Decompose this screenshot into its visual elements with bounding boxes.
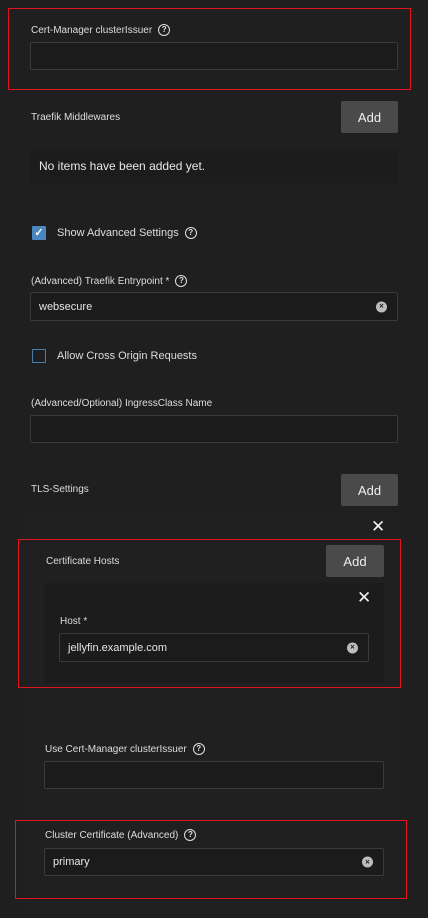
cert-manager-label-row: Cert-Manager clusterIssuer ? xyxy=(31,23,171,37)
host-label: Host * xyxy=(60,615,88,627)
tls-settings-label: TLS-Settings xyxy=(31,483,89,495)
middlewares-empty-panel: No items have been added yet. xyxy=(30,149,398,183)
help-icon[interactable]: ? xyxy=(184,227,197,239)
help-icon[interactable]: ? xyxy=(175,275,188,287)
help-icon[interactable]: ? xyxy=(158,24,171,36)
host-input[interactable]: jellyfin.example.com × xyxy=(59,633,369,662)
cluster-certificate-input[interactable]: primary × xyxy=(44,848,384,876)
tls-item-close-icon[interactable]: ✕ xyxy=(371,518,385,535)
host-item-close-icon[interactable]: ✕ xyxy=(357,589,371,606)
entrypoint-value: websecure xyxy=(39,300,93,313)
advanced-settings-label: Show Advanced Settings xyxy=(57,227,179,239)
cluster-certificate-label-row: Cluster Certificate (Advanced) ? xyxy=(45,828,197,842)
traefik-middlewares-label: Traefik Middlewares xyxy=(31,111,121,123)
tls-settings-add-button[interactable]: Add xyxy=(341,474,398,506)
middlewares-empty-text: No items have been added yet. xyxy=(39,159,206,173)
check-icon: ✓ xyxy=(34,226,44,239)
host-value: jellyfin.example.com xyxy=(68,641,168,654)
cert-manager-input[interactable] xyxy=(30,42,398,70)
entrypoint-input[interactable]: websecure × xyxy=(30,292,398,321)
clear-icon[interactable]: × xyxy=(362,856,373,868)
cors-label: Allow Cross Origin Requests xyxy=(57,350,197,362)
cluster-certificate-label: Cluster Certificate (Advanced) xyxy=(45,829,179,841)
entrypoint-label: (Advanced) Traefik Entrypoint * xyxy=(31,275,170,287)
clear-icon[interactable]: × xyxy=(347,642,358,653)
clear-icon[interactable]: × xyxy=(376,301,387,312)
cert-manager-label: Cert-Manager clusterIssuer xyxy=(31,24,153,36)
use-cert-manager-label-row: Use Cert-Manager clusterIssuer ? xyxy=(45,742,205,756)
entrypoint-label-row: (Advanced) Traefik Entrypoint * ? xyxy=(31,274,188,288)
advanced-settings-checkbox[interactable]: ✓ xyxy=(32,226,46,240)
certificate-hosts-add-button[interactable]: Add xyxy=(326,545,384,577)
traefik-middlewares-add-button[interactable]: Add xyxy=(341,101,398,133)
certificate-hosts-label: Certificate Hosts xyxy=(46,555,120,567)
help-icon[interactable]: ? xyxy=(184,829,197,841)
cluster-certificate-value: primary xyxy=(53,856,90,868)
cors-checkbox[interactable] xyxy=(32,349,46,363)
ingress-class-input[interactable] xyxy=(30,415,398,443)
advanced-settings-row[interactable]: ✓ Show Advanced Settings ? xyxy=(32,226,197,240)
use-cert-manager-input[interactable] xyxy=(44,761,384,789)
cors-row[interactable]: Allow Cross Origin Requests xyxy=(32,349,197,363)
ingress-class-label: (Advanced/Optional) IngressClass Name xyxy=(31,397,213,409)
help-icon[interactable]: ? xyxy=(192,743,205,755)
use-cert-manager-label: Use Cert-Manager clusterIssuer xyxy=(45,743,187,755)
